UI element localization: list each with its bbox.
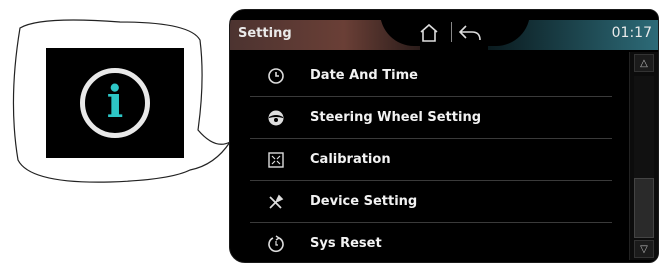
menu-item-device-setting[interactable]: Device Setting	[250, 181, 612, 223]
info-icon: i	[80, 68, 150, 138]
scroll-thumb[interactable]	[634, 178, 654, 238]
menu-item-label: Calibration	[310, 152, 391, 167]
menu-item-steering-wheel[interactable]: Steering Wheel Setting	[250, 97, 612, 139]
menu-item-label: Device Setting	[310, 194, 418, 209]
menu-item-date-and-time[interactable]: Date And Time	[250, 55, 612, 97]
info-glyph: i	[106, 77, 124, 128]
top-bar: Setting 01:17	[230, 10, 658, 50]
reset-icon	[264, 232, 288, 256]
settings-screen: Setting 01:17 Date And Time Steering Whe…	[229, 9, 659, 263]
nav-divider	[451, 22, 452, 42]
menu-item-sys-reset[interactable]: Sys Reset	[250, 223, 612, 262]
menu-item-label: Sys Reset	[310, 236, 382, 251]
nav-notch	[380, 12, 530, 46]
scrollbar[interactable]: △ ▽	[629, 52, 658, 260]
menu-item-calibration[interactable]: Calibration	[250, 139, 612, 181]
scroll-track[interactable]	[634, 76, 654, 238]
info-icon-box: i	[46, 48, 184, 158]
settings-menu: Date And Time Steering Wheel Setting Cal…	[250, 55, 612, 262]
steering-wheel-icon	[264, 106, 288, 130]
back-arrow-icon[interactable]	[458, 23, 482, 43]
menu-item-label: Date And Time	[310, 68, 418, 83]
menu-item-label: Steering Wheel Setting	[310, 110, 481, 125]
clock-display: 01:17	[611, 25, 652, 41]
home-icon[interactable]	[418, 23, 440, 43]
clock-icon	[264, 64, 288, 88]
scroll-up-button[interactable]: △	[634, 54, 654, 72]
page-title: Setting	[238, 26, 292, 41]
info-callout: i	[0, 0, 240, 200]
scroll-down-button[interactable]: ▽	[634, 240, 654, 258]
tools-icon	[264, 190, 288, 214]
calibration-icon	[264, 148, 288, 172]
